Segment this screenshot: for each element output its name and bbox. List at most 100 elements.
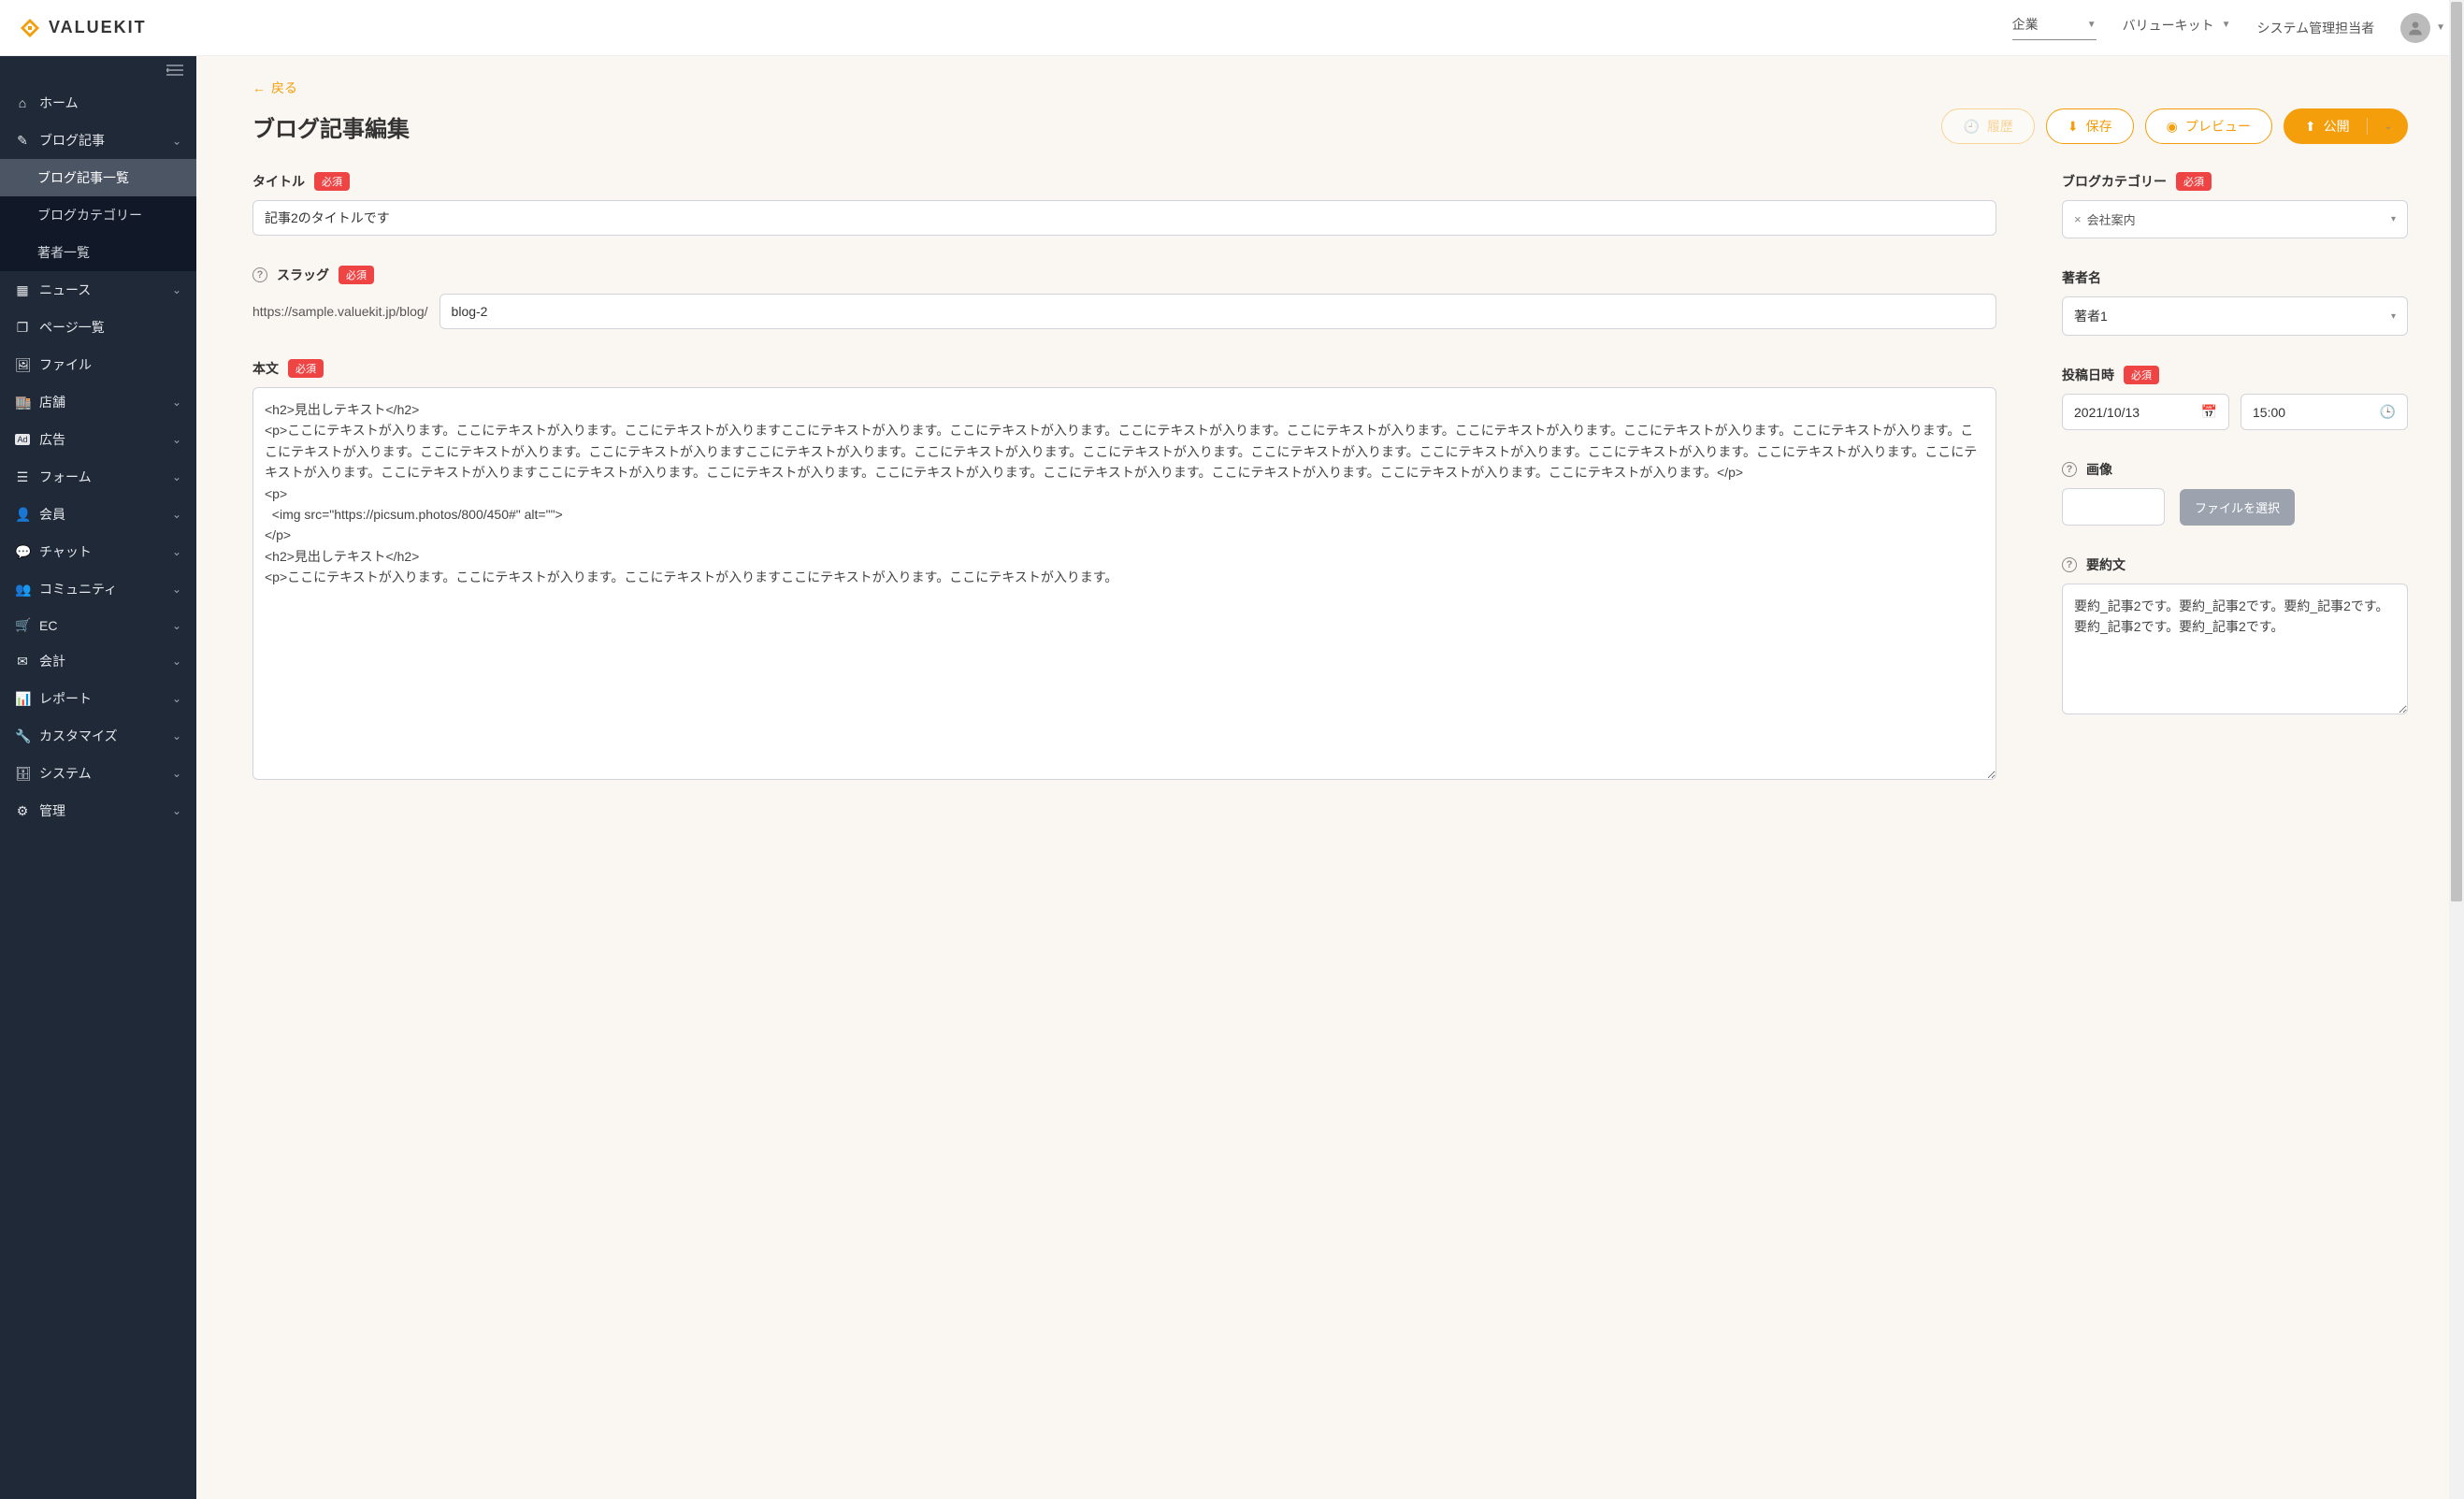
image-label: 画像 <box>2086 460 2112 479</box>
slug-label: スラッグ <box>277 266 329 284</box>
help-icon[interactable]: ? <box>2062 462 2077 477</box>
sidebar-item-news[interactable]: ▦ ニュース ⌄ <box>0 271 196 309</box>
sidebar-item-home[interactable]: ⌂ホーム <box>0 84 196 122</box>
sidebar-sub-blog-author[interactable]: 著者一覧 <box>0 234 196 271</box>
sidebar-item-customize[interactable]: 🔧カスタマイズ⌄ <box>0 717 196 755</box>
button-label: 公開 <box>2324 117 2350 136</box>
caret-down-icon: ▼ <box>2222 20 2231 30</box>
chevron-down-icon: ⌄ <box>172 655 181 668</box>
caret-down-icon: ▼ <box>2436 22 2445 33</box>
news-icon: ▦ <box>15 282 30 298</box>
sidebar-item-chat[interactable]: 💬チャット⌄ <box>0 533 196 570</box>
sidebar-item-label: カスタマイズ <box>39 727 118 745</box>
preview-button[interactable]: ◉プレビュー <box>2145 108 2272 144</box>
product-select[interactable]: バリューキット ▼ <box>2123 16 2231 40</box>
scrollbar-thumb[interactable] <box>2451 2 2462 901</box>
sidebar-item-forms[interactable]: ☰フォーム⌄ <box>0 458 196 496</box>
edit-icon: ✎ <box>15 133 30 149</box>
required-badge: 必須 <box>2176 172 2212 191</box>
help-icon[interactable]: ? <box>252 267 267 282</box>
required-badge: 必須 <box>2124 366 2159 384</box>
chevron-down-icon[interactable]: ⌄ <box>2379 122 2398 132</box>
sidebar-item-community[interactable]: 👥コミュニティ⌄ <box>0 570 196 608</box>
slug-input[interactable] <box>439 294 1996 329</box>
clock-icon: 🕒 <box>2380 404 2396 420</box>
help-icon[interactable]: ? <box>2062 557 2077 572</box>
company-select[interactable]: 企業 ▼ <box>2012 15 2097 40</box>
sidebar-item-label: 広告 <box>39 430 65 449</box>
chevron-down-icon: ⌄ <box>172 804 181 817</box>
sidebar-collapse-button[interactable] <box>0 56 196 84</box>
sidebar-item-label: システム <box>39 764 92 783</box>
company-select-label: 企業 <box>2012 15 2039 34</box>
caret-down-icon: ▾ <box>2391 214 2396 224</box>
time-value: 15:00 <box>2253 405 2285 420</box>
author-value: 著者1 <box>2074 307 2108 325</box>
calendar-icon: 📅 <box>2201 404 2217 420</box>
sidebar-item-ads[interactable]: Ad広告⌄ <box>0 421 196 458</box>
chevron-down-icon: ⌄ <box>172 470 181 483</box>
eye-icon: ◉ <box>2167 119 2178 135</box>
publish-button[interactable]: ⬆ 公開 ⌄ <box>2284 108 2408 144</box>
time-input[interactable]: 15:00 🕒 <box>2241 394 2408 430</box>
summary-textarea[interactable] <box>2062 584 2408 714</box>
sidebar-item-label: ニュース <box>39 281 91 299</box>
date-input[interactable]: 2021/10/13 📅 <box>2062 394 2229 430</box>
chevron-down-icon: ⌄ <box>172 396 181 409</box>
main-content: ← 戻る ブログ記事編集 🕘履歴 ⬇保存 ◉プレビュー ⬆公開⌄ タイトル必須 <box>196 56 2464 1499</box>
sidebar-item-label: チャット <box>39 542 92 561</box>
body-textarea[interactable] <box>252 387 1996 780</box>
divider <box>2367 118 2368 135</box>
sidebar-item-label: ページ一覧 <box>39 318 105 337</box>
sidebar-item-files[interactable]: 🖼ファイル <box>0 346 196 383</box>
save-button[interactable]: ⬇保存 <box>2046 108 2134 144</box>
date-value: 2021/10/13 <box>2074 405 2140 420</box>
sidebar-item-label: ホーム <box>39 94 79 112</box>
sidebar-sub-blog-category[interactable]: ブログカテゴリー <box>0 196 196 234</box>
chevron-down-icon: ⌄ <box>172 729 181 742</box>
button-label: 保存 <box>2086 117 2112 136</box>
file-select-button[interactable]: ファイルを選択 <box>2180 489 2295 526</box>
chevron-down-icon: ⌄ <box>172 692 181 705</box>
sidebar-item-system[interactable]: 🗄 システム ⌄ <box>0 755 196 792</box>
scrollbar[interactable] <box>2449 0 2464 1499</box>
sidebar: ⌂ホーム ✎ブログ記事⌃ ブログ記事一覧 ブログカテゴリー 著者一覧 ▦ ニュース… <box>0 56 196 1499</box>
avatar-icon <box>2400 13 2430 43</box>
product-select-label: バリューキット <box>2123 16 2214 35</box>
sidebar-item-report[interactable]: 📊 レポート ⌄ <box>0 680 196 717</box>
history-button[interactable]: 🕘履歴 <box>1941 108 2034 144</box>
chevron-down-icon: ⌄ <box>172 583 181 596</box>
chevron-down-icon: ⌄ <box>172 283 181 296</box>
sidebar-item-ec[interactable]: 🛒EC⌄ <box>0 608 196 642</box>
sidebar-item-members[interactable]: 👤会員⌄ <box>0 496 196 533</box>
back-link[interactable]: ← 戻る <box>252 79 297 97</box>
body-label: 本文 <box>252 359 279 378</box>
remove-tag-icon[interactable]: × <box>2074 212 2082 226</box>
form-icon: ☰ <box>15 469 30 485</box>
brand-logo[interactable]: VALUEKIT <box>19 17 147 39</box>
title-input[interactable] <box>252 200 1996 236</box>
chevron-down-icon: ⌄ <box>172 433 181 446</box>
sidebar-item-label: レポート <box>39 689 92 708</box>
sidebar-item-accounting[interactable]: ✉会計⌄ <box>0 642 196 680</box>
category-select[interactable]: ×会社案内 ▾ <box>2062 200 2408 238</box>
author-select[interactable]: 著者1 ▾ <box>2062 296 2408 336</box>
user-menu[interactable]: ▼ <box>2400 13 2445 43</box>
sidebar-item-label: 会計 <box>39 652 65 670</box>
author-label: 著者名 <box>2062 268 2101 287</box>
required-badge: 必須 <box>339 266 374 284</box>
sidebar-item-blog[interactable]: ✎ブログ記事⌃ <box>0 122 196 159</box>
chart-icon: 📊 <box>15 691 30 707</box>
chat-icon: 💬 <box>15 544 30 560</box>
sidebar-item-admin[interactable]: ⚙管理⌄ <box>0 792 196 829</box>
brand-text: VALUEKIT <box>49 18 147 37</box>
sidebar-item-shops[interactable]: 🏬店舗⌄ <box>0 383 196 421</box>
sidebar-sub-blog-list[interactable]: ブログ記事一覧 <box>0 159 196 196</box>
database-icon: 🗄 <box>15 766 30 782</box>
upload-icon: ⬆ <box>2305 119 2316 135</box>
sidebar-item-pages[interactable]: ❐ページ一覧 <box>0 309 196 346</box>
chevron-down-icon: ⌄ <box>172 767 181 780</box>
shop-icon: 🏬 <box>15 395 30 411</box>
user-icon: 👤 <box>15 507 30 523</box>
community-icon: 👥 <box>15 582 30 598</box>
